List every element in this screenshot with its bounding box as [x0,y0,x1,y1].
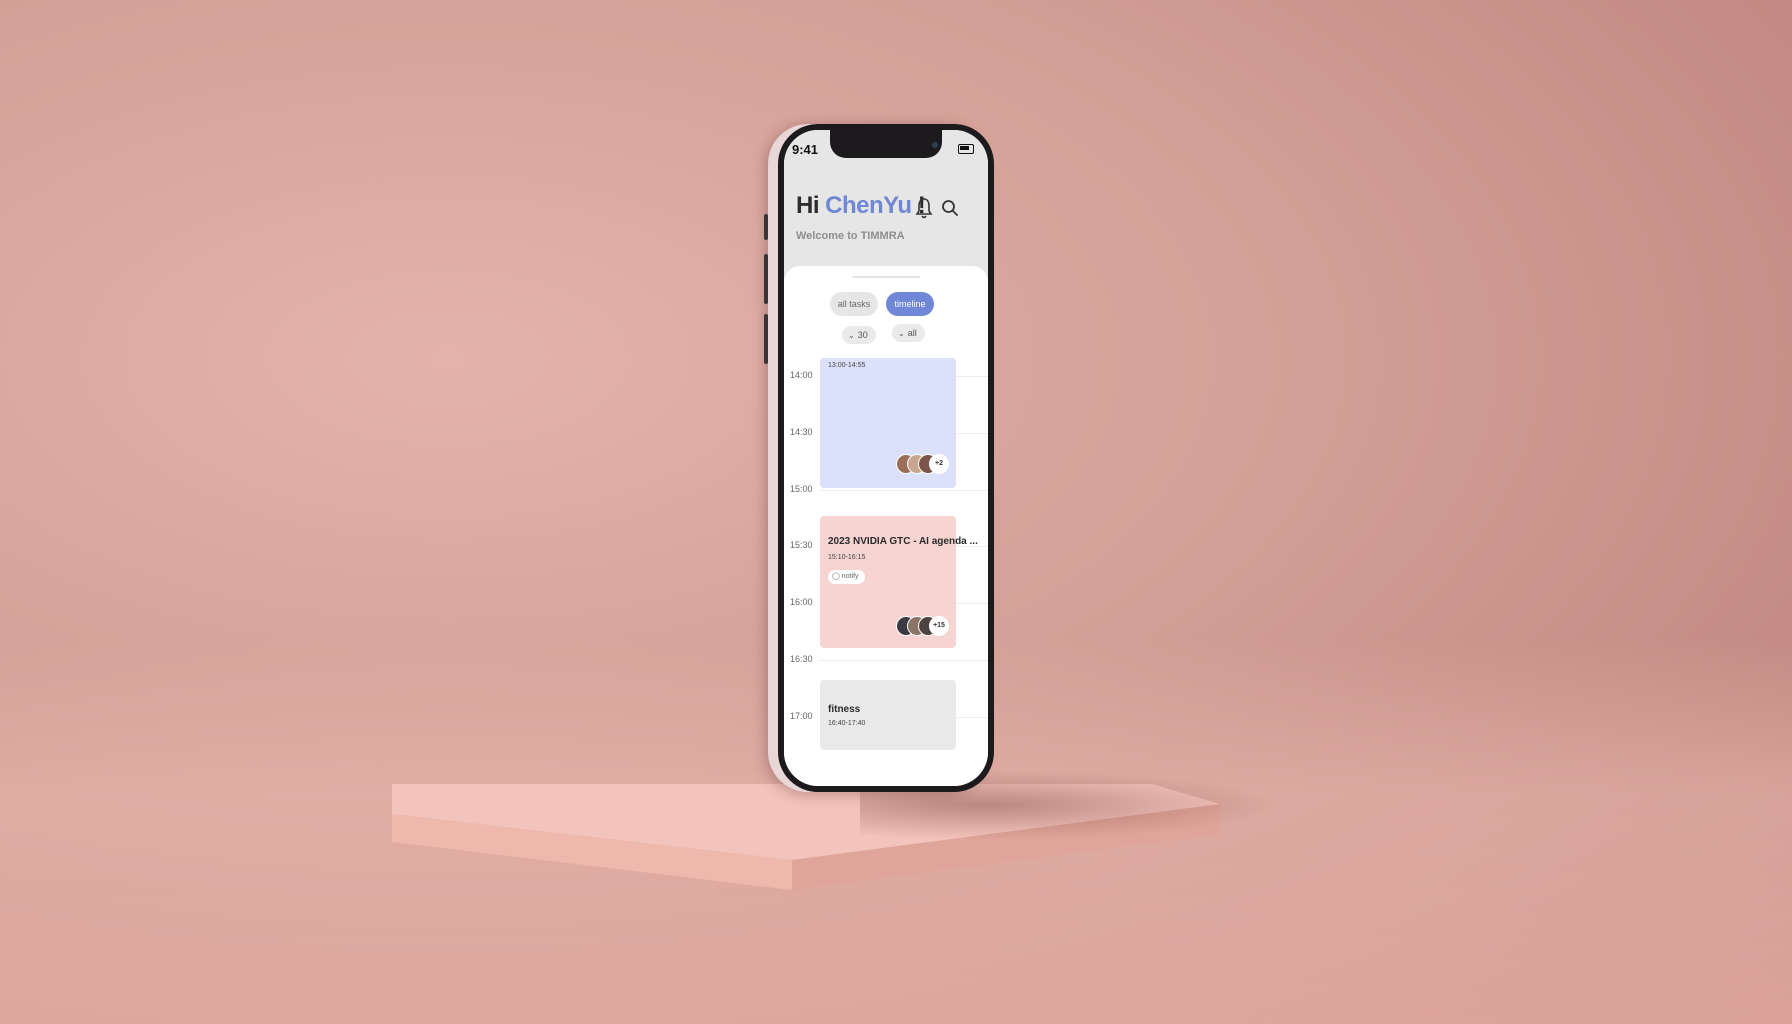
battery-icon [958,144,974,154]
front-camera [932,142,938,148]
event-card[interactable]: 2023 NVIDIA GTC - AI agenda ... 15:10-16… [820,516,978,648]
content-sheet: all tasks timeline ⌄ 30 ⌄ all 14:00 14:30 … [784,266,988,786]
event-title: fitness [828,704,861,715]
greeting: Hi ChenYu ! [796,192,926,220]
hour-label: 16:30 [790,654,813,664]
event-time: 15:10-16:15 [828,554,866,561]
notch [830,130,942,158]
event-title: 2023 NVIDIA GTC - AI agenda ... [828,536,978,547]
event-time: 16:40-17:40 [828,720,866,727]
phone-screen: 9:41 Hi ChenYu ! Welcome to TIMMRA all t… [784,130,988,786]
participants-more: +15 [929,616,949,636]
hour-label: 15:00 [790,484,813,494]
days-filter[interactable]: ⌄ 30 [842,326,876,344]
greeting-prefix: Hi [796,192,820,219]
volume-up-button [764,254,768,304]
shield-icon: ◯ [832,573,840,580]
participants-more: +2 [929,454,949,474]
phone-device: 9:41 Hi ChenYu ! Welcome to TIMMRA all t… [764,124,994,792]
bell-icon[interactable] [914,196,934,220]
chevron-down-icon: ⌄ [848,331,855,340]
mute-switch [764,214,768,240]
notify-label: notify [841,573,859,580]
category-filter-value: all [907,328,917,338]
volume-down-button [764,314,768,364]
participants: +2 [896,454,956,474]
hour-label: 14:00 [790,370,813,380]
notify-badge[interactable]: ◯ notify [828,570,865,584]
welcome-text: Welcome to TIMMRA [796,230,905,242]
search-icon[interactable] [940,196,960,220]
hour-gridline [820,660,988,661]
hour-label: 16:00 [790,597,813,607]
days-filter-value: 30 [857,330,868,340]
chevron-down-icon: ⌄ [898,329,905,338]
hour-label: 15:30 [790,540,813,550]
tab-timeline[interactable]: timeline [886,292,934,316]
user-name: ChenYu [825,192,912,219]
status-time: 9:41 [792,142,819,157]
event-time: 13:00-14:55 [828,362,866,369]
category-filter[interactable]: ⌄ all [892,324,925,342]
tab-all-tasks[interactable]: all tasks [830,292,878,316]
event-card[interactable]: 13:00-14:55 +2 [820,358,956,488]
hour-label: 17:00 [790,711,813,721]
hour-gridline [820,490,988,491]
hour-label: 14:30 [790,427,813,437]
participants: +15 [896,616,956,636]
sheet-handle[interactable] [852,276,920,278]
event-card[interactable]: fitness 16:40-17:40 [820,680,956,750]
